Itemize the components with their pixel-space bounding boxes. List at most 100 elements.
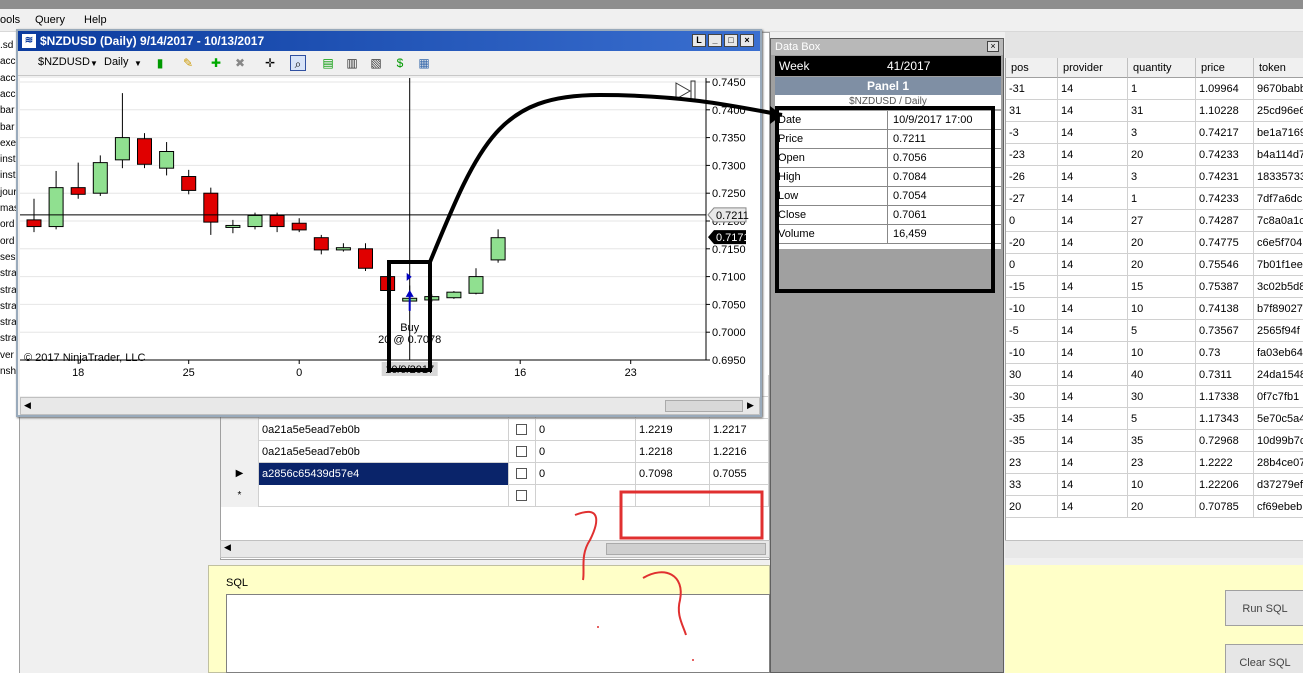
strategy-icon[interactable]: ▤ bbox=[320, 55, 336, 71]
crosshair-icon[interactable]: ✛ bbox=[262, 55, 278, 71]
cell[interactable]: 0.75387 bbox=[1196, 276, 1254, 298]
cell[interactable]: 0.73 bbox=[1196, 342, 1254, 364]
cell[interactable]: 20 bbox=[1128, 496, 1196, 518]
cell[interactable]: 14 bbox=[1058, 298, 1128, 320]
chart-style-icon[interactable]: ▮ bbox=[152, 55, 168, 71]
cell[interactable]: 0.7311 bbox=[1196, 364, 1254, 386]
price-cell[interactable]: 0.7055 bbox=[710, 463, 769, 485]
cell[interactable]: 14 bbox=[1058, 78, 1128, 100]
table-row[interactable]: ▶ a2856c65439d57e4 0 0.7098 0.7055 bbox=[221, 463, 769, 485]
cell[interactable]: 30 bbox=[1128, 386, 1196, 408]
cell[interactable]: -35 bbox=[1006, 408, 1058, 430]
table-row[interactable]: 23 14 23 1.2222 28b4ce07 bbox=[1006, 452, 1303, 474]
cell[interactable]: -20 bbox=[1006, 232, 1058, 254]
column-header-pos[interactable]: pos bbox=[1006, 58, 1058, 78]
column-header-provider[interactable]: provider bbox=[1058, 58, 1128, 78]
cell[interactable]: 14 bbox=[1058, 166, 1128, 188]
table-row[interactable]: -26 14 3 0.74231 18335733 bbox=[1006, 166, 1303, 188]
cell[interactable]: 1.22206 bbox=[1196, 474, 1254, 496]
table-row[interactable]: -35 14 5 1.17343 5e70c5a4 bbox=[1006, 408, 1303, 430]
cell[interactable]: 20 bbox=[1128, 232, 1196, 254]
flag-cell[interactable] bbox=[536, 485, 636, 507]
cell[interactable]: 14 bbox=[1058, 496, 1128, 518]
cell[interactable]: 15 bbox=[1128, 276, 1196, 298]
remove-icon[interactable]: ✖ bbox=[232, 55, 248, 71]
cell[interactable]: 7df7a6dc bbox=[1254, 188, 1303, 210]
cell[interactable]: 14 bbox=[1058, 320, 1128, 342]
positions-horizontal-scrollbar[interactable] bbox=[1005, 540, 1303, 558]
scroll-left-icon[interactable]: ◀ bbox=[24, 400, 31, 411]
cell[interactable]: -23 bbox=[1006, 144, 1058, 166]
cell[interactable]: 14 bbox=[1058, 474, 1128, 496]
chart-scrollbar[interactable]: ◀ ▶ bbox=[20, 397, 760, 415]
token-cell[interactable]: 0a21a5e5ead7eb0b bbox=[259, 441, 509, 463]
flag-cell[interactable]: 0 bbox=[536, 463, 636, 485]
properties-icon[interactable]: ▦ bbox=[416, 55, 432, 71]
token-cell[interactable]: 0a21a5e5ead7eb0b bbox=[259, 419, 509, 441]
image-icon[interactable]: ▧ bbox=[368, 55, 384, 71]
check-cell[interactable] bbox=[509, 485, 536, 507]
cell[interactable]: 14 bbox=[1058, 254, 1128, 276]
cell[interactable]: 27 bbox=[1128, 210, 1196, 232]
table-row[interactable]: -30 14 30 1.17338 0f7c7fb1 bbox=[1006, 386, 1303, 408]
cell[interactable]: 2565f94f bbox=[1254, 320, 1303, 342]
cell[interactable]: 14 bbox=[1058, 342, 1128, 364]
cell[interactable]: cf69ebeb bbox=[1254, 496, 1303, 518]
cell[interactable]: be1a7169 bbox=[1254, 122, 1303, 144]
table-row[interactable]: -20 14 20 0.74775 c6e5f704 bbox=[1006, 232, 1303, 254]
add-indicator-icon[interactable]: ✚ bbox=[208, 55, 224, 71]
bars-icon[interactable]: ▥ bbox=[344, 55, 360, 71]
scroll-thumb[interactable] bbox=[665, 400, 743, 412]
token-cell[interactable]: a2856c65439d57e4 bbox=[259, 463, 509, 485]
cell[interactable]: 40 bbox=[1128, 364, 1196, 386]
cell[interactable]: 10d99b7c bbox=[1254, 430, 1303, 452]
cell[interactable]: 14 bbox=[1058, 188, 1128, 210]
cell[interactable]: 14 bbox=[1058, 232, 1128, 254]
column-header-token[interactable]: token bbox=[1254, 58, 1303, 78]
cell[interactable]: 18335733 bbox=[1254, 166, 1303, 188]
cell[interactable]: 31 bbox=[1006, 100, 1058, 122]
check-cell[interactable] bbox=[509, 441, 536, 463]
clear-sql-button[interactable]: Clear SQL bbox=[1225, 644, 1303, 673]
table-row[interactable]: -10 14 10 0.73 fa03eb64 bbox=[1006, 342, 1303, 364]
cell[interactable]: 0.72968 bbox=[1196, 430, 1254, 452]
price-cell[interactable]: 1.2217 bbox=[710, 419, 769, 441]
close-icon[interactable]: × bbox=[987, 41, 999, 52]
menu-tools[interactable]: ools bbox=[0, 14, 20, 26]
checkbox[interactable] bbox=[516, 424, 527, 435]
chart-plot-area[interactable]: 0.74500.74000.73500.73000.72500.72000.71… bbox=[20, 77, 760, 396]
period-selector[interactable]: Daily bbox=[104, 56, 128, 68]
chevron-down-icon[interactable]: ▼ bbox=[134, 59, 142, 68]
cell[interactable]: 5 bbox=[1128, 320, 1196, 342]
cell[interactable]: 0.73567 bbox=[1196, 320, 1254, 342]
table-row[interactable]: -23 14 20 0.74233 b4a114d7 bbox=[1006, 144, 1303, 166]
menu-query[interactable]: Query bbox=[35, 14, 65, 26]
cell[interactable]: 33 bbox=[1006, 474, 1058, 496]
table-row[interactable]: 30 14 40 0.7311 24da1548 bbox=[1006, 364, 1303, 386]
cell[interactable]: -31 bbox=[1006, 78, 1058, 100]
chart-title-bar[interactable]: ≋ $NZDUSD (Daily) 9/14/2017 - 10/13/2017… bbox=[18, 31, 760, 51]
cell[interactable]: 23 bbox=[1128, 452, 1196, 474]
cell[interactable]: b4a114d7 bbox=[1254, 144, 1303, 166]
sql-input[interactable] bbox=[226, 594, 770, 673]
cell[interactable]: 0.74233 bbox=[1196, 188, 1254, 210]
cell[interactable]: 35 bbox=[1128, 430, 1196, 452]
table-row[interactable]: -5 14 5 0.73567 2565f94f bbox=[1006, 320, 1303, 342]
cell[interactable]: 0f7c7fb1 bbox=[1254, 386, 1303, 408]
price-cell[interactable]: 1.2216 bbox=[710, 441, 769, 463]
cell[interactable]: 10 bbox=[1128, 342, 1196, 364]
menu-help[interactable]: Help bbox=[84, 14, 107, 26]
cell[interactable]: 10 bbox=[1128, 298, 1196, 320]
table-row[interactable]: 20 14 20 0.70785 cf69ebeb bbox=[1006, 496, 1303, 518]
table-row[interactable]: 33 14 10 1.22206 d37279ef bbox=[1006, 474, 1303, 496]
cell[interactable]: 28b4ce07 bbox=[1254, 452, 1303, 474]
cell[interactable]: 1 bbox=[1128, 78, 1196, 100]
cell[interactable]: 0.74231 bbox=[1196, 166, 1254, 188]
cell[interactable]: 30 bbox=[1006, 364, 1058, 386]
maximize-icon[interactable]: □ bbox=[724, 34, 738, 47]
checkbox[interactable] bbox=[516, 468, 527, 479]
cell[interactable]: 0 bbox=[1006, 210, 1058, 232]
table-row[interactable]: 0 14 27 0.74287 7c8a0a1c bbox=[1006, 210, 1303, 232]
cell[interactable]: 5 bbox=[1128, 408, 1196, 430]
row-header[interactable] bbox=[221, 419, 259, 441]
